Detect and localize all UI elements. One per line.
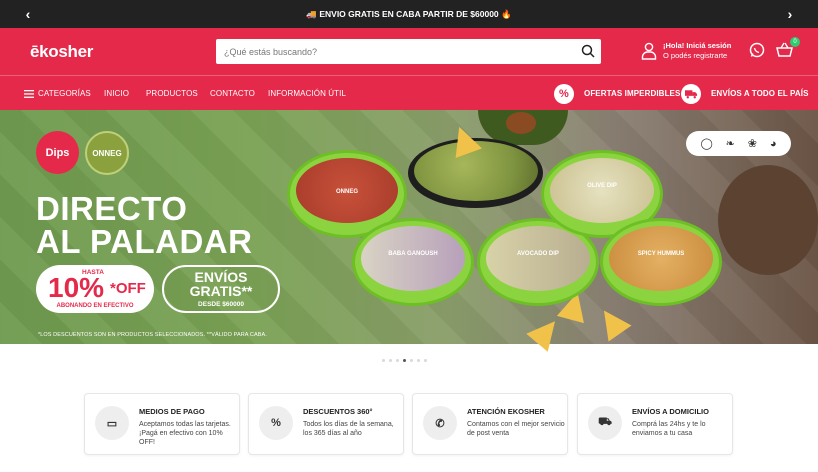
truck-icon — [681, 83, 701, 104]
announcement-bar: ‹ 🚚 ENVIO GRATIS EN CABA PARTIR DE $6000… — [0, 0, 818, 28]
vegetables-icon: ❀ — [747, 138, 757, 150]
feature-card-payment: ▭ MEDIOS DE PAGO Aceptamos todas las tar… — [84, 393, 240, 455]
feature-card-delivery: ⛟ ENVÍOS A DOMICILIO Comprá las 24hs y t… — [577, 393, 733, 455]
whatsapp-icon[interactable] — [749, 42, 765, 58]
free-shipping-line1: ENVÍOS — [194, 269, 248, 285]
feature-description: Aceptamos todas las tarjetas. ¡Pagá en e… — [139, 421, 231, 446]
feature-description: Todos los días de la semana, los 365 día… — [303, 421, 394, 437]
truck-icon: ⛟ — [588, 406, 622, 440]
whatsapp-icon: ✆ — [423, 406, 457, 440]
nav-ofertas-label: OFERTAS IMPERDIBLES — [584, 89, 681, 98]
nav-ofertas[interactable]: % OFERTAS IMPERDIBLES — [554, 76, 680, 111]
announcement-text: 🚚 ENVIO GRATIS EN CABA PARTIR DE $60000 … — [306, 8, 512, 19]
search-bar — [216, 39, 601, 64]
carousel-dot[interactable] — [389, 359, 392, 362]
login-label: ¡Hola! Iniciá sesión — [663, 41, 732, 50]
carousel-dot[interactable] — [396, 359, 399, 362]
search-icon[interactable] — [581, 44, 595, 58]
discount-percent: 10% — [48, 272, 105, 303]
register-label: O podés registrarte — [663, 51, 728, 60]
hero-headline: DIRECTO AL PALADAR — [36, 192, 252, 258]
chevron-left-icon[interactable]: ‹ — [16, 0, 40, 28]
nav-inicio[interactable]: INICIO — [104, 76, 129, 111]
product-tub: BABA GANOUSH — [352, 218, 474, 306]
feature-title: ENVÍOS A DOMICILIO — [632, 407, 709, 416]
nav-categorias[interactable]: CATEGORÍAS — [24, 76, 91, 111]
discount-condition: ABONANDO EN EFECTIVO — [56, 303, 134, 309]
product-tub-label: ONNEG — [335, 189, 358, 195]
carousel-dot-active[interactable] — [403, 359, 406, 362]
menu-icon — [24, 89, 34, 98]
credit-card-icon: ▭ — [95, 406, 129, 440]
account-link[interactable]: ¡Hola! Iniciá sesión O podés registrarte — [641, 41, 731, 61]
search-input[interactable] — [216, 39, 566, 64]
feature-title: ATENCIÓN EKOSHER — [467, 407, 545, 416]
product-tub-label: BABA GANOUSH — [388, 251, 438, 257]
nav-envios-label: ENVÍOS A TODO EL PAÍS — [711, 89, 809, 98]
pepper-icon: ❧ — [725, 138, 735, 150]
dips-badge: Dips — [36, 131, 79, 174]
carousel-dot[interactable] — [410, 359, 413, 362]
nav-contacto[interactable]: CONTACTO — [210, 76, 255, 111]
discount-pill: HASTA 10% *OFF ABONANDO EN EFECTIVO — [36, 265, 154, 313]
product-tub: SPICY HUMMUS — [600, 218, 722, 306]
feature-card-discounts: % DESCUENTOS 360° Todos los días de la s… — [248, 393, 404, 455]
avocado-pit-image — [506, 112, 536, 134]
free-shipping-pill: ENVÍOS GRATIS** DESDE $60000 — [162, 265, 280, 313]
main-nav: CATEGORÍAS INICIO PRODUCTOS CONTACTO INF… — [0, 75, 818, 110]
feature-description: Comprá las 24hs y te lo enviamos a tu ca… — [632, 421, 706, 437]
product-tub-label: OLIVE DIP — [587, 183, 617, 189]
feature-card-support: ✆ ATENCIÓN EKOSHER Contamos con el mejor… — [412, 393, 568, 455]
diet-icons-pill: ◯ ❧ ❀ ◕ — [686, 131, 791, 156]
chevron-right-icon[interactable]: › — [778, 0, 802, 28]
product-tub-label: SPICY HUMMUS — [637, 251, 685, 257]
logo[interactable]: ēkosher — [30, 42, 93, 62]
discount-off: *OFF — [110, 280, 146, 297]
carousel-dot[interactable] — [424, 359, 427, 362]
nav-productos[interactable]: PRODUCTOS — [146, 76, 198, 111]
site-header: ēkosher ¡Hola! Iniciá sesión O podés reg… — [0, 28, 818, 75]
free-shipping-line2: GRATIS** — [189, 283, 253, 299]
product-tub-label: AVOCADO DIP — [517, 251, 559, 257]
percent-icon: % — [554, 83, 574, 104]
nav-categorias-label: CATEGORÍAS — [38, 89, 91, 98]
onneg-brand-badge: ONNEG — [85, 131, 129, 175]
hero-headline-line1: DIRECTO — [36, 190, 188, 227]
bowl-icon: ◕ — [769, 137, 777, 150]
user-icon — [641, 42, 657, 60]
carousel-dot[interactable] — [382, 359, 385, 362]
feature-title: MEDIOS DE PAGO — [139, 407, 205, 416]
free-shipping-threshold: DESDE $60000 — [198, 301, 244, 308]
carousel-indicators — [382, 359, 427, 362]
avocado-icon: ◯ — [700, 138, 713, 150]
nav-informacion-util[interactable]: INFORMACIÓN ÚTIL — [268, 76, 346, 111]
carousel-dot[interactable] — [417, 359, 420, 362]
cart-count-badge: 0 — [790, 37, 800, 47]
hero-headline-line2: AL PALADAR — [36, 223, 253, 260]
nav-envios[interactable]: ENVÍOS A TODO EL PAÍS — [681, 76, 809, 111]
hero-disclaimer: *LOS DESCUENTOS SON EN PRODUCTOS SELECCI… — [38, 332, 267, 338]
feature-title: DESCUENTOS 360° — [303, 407, 373, 416]
percent-icon: % — [259, 406, 293, 440]
stew-bowl-image — [718, 165, 818, 275]
feature-description: Contamos con el mejor servicio de post v… — [467, 421, 565, 437]
